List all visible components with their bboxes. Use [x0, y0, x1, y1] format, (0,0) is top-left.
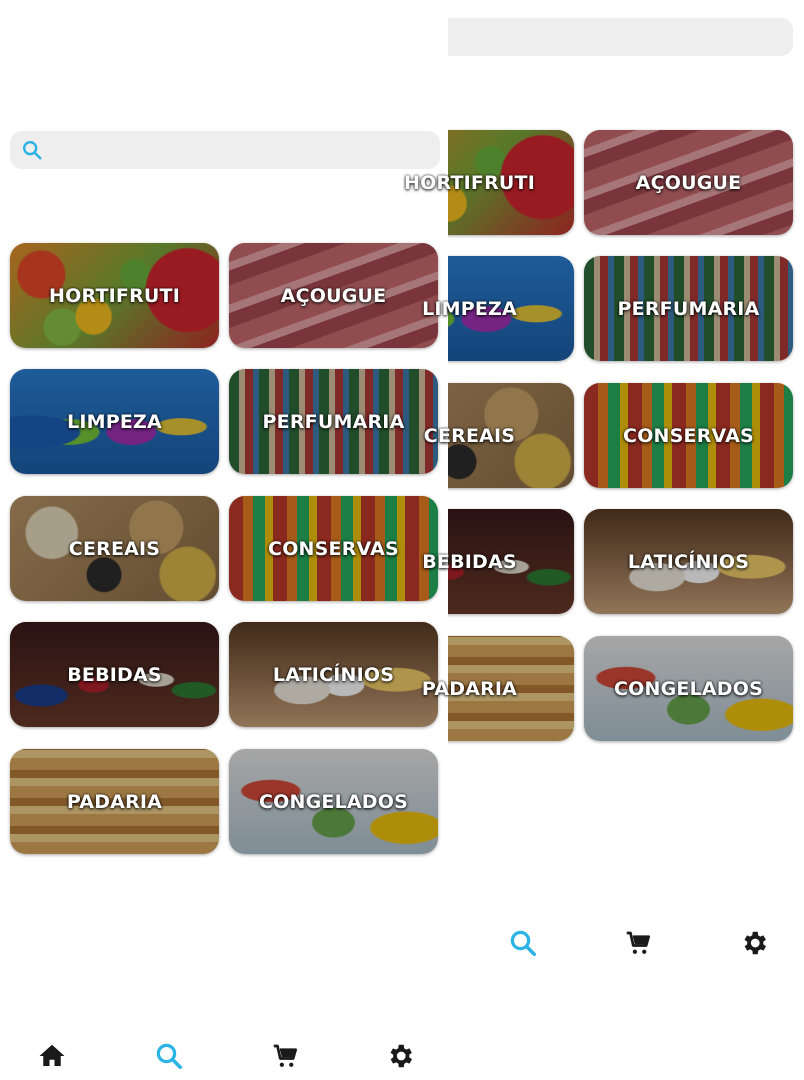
gear-icon [390, 1044, 412, 1068]
category-label: PERFUMARIA [262, 410, 405, 433]
category-label: CONGELADOS [259, 790, 408, 813]
gear-icon [744, 931, 766, 955]
category-tile-perfumaria[interactable]: PERFUMARIA [229, 369, 438, 474]
category-tile-bebidas[interactable]: BEBIDAS [10, 622, 219, 727]
category-tile-congelados[interactable]: CONGELADOS [229, 749, 438, 854]
nav-home-button[interactable] [36, 1040, 68, 1072]
category-label: CEREAIS [68, 537, 161, 560]
category-label: CONSERVAS [268, 537, 399, 560]
nav-cart-button[interactable] [622, 927, 654, 959]
home-icon [39, 1044, 65, 1066]
category-tile-laticinios[interactable]: LATICÍNIOS [584, 509, 793, 614]
search-bar[interactable] [10, 131, 440, 169]
category-tile-acougue[interactable]: AÇOUGUE [584, 130, 793, 235]
category-label: PADARIA [421, 677, 518, 700]
category-label: HORTIFRUTI [404, 171, 535, 194]
category-label: BEBIDAS [67, 663, 162, 686]
search-icon [156, 1043, 182, 1069]
category-tile-cereais[interactable]: CEREAIS [10, 496, 219, 601]
category-label: CONSERVAS [623, 424, 754, 447]
search-icon [510, 930, 536, 956]
category-label: LATICÍNIOS [627, 550, 750, 573]
category-label: LATICÍNIOS [272, 663, 395, 686]
category-label: CEREAIS [423, 424, 516, 447]
category-tile-hortifruti[interactable]: HORTIFRUTI [10, 243, 219, 348]
category-tile-acougue[interactable]: AÇOUGUE [229, 243, 438, 348]
search-input[interactable] [52, 131, 440, 169]
category-label: LIMPEZA [422, 297, 517, 320]
nav-search-button[interactable] [507, 927, 539, 959]
nav-cart-button[interactable] [269, 1040, 301, 1072]
category-label: CONGELADOS [614, 677, 763, 700]
category-tile-limpeza[interactable]: LIMPEZA [10, 369, 219, 474]
nav-settings-button[interactable] [384, 1040, 416, 1072]
current-screen-layer: HORTIFRUTI AÇOUGUE LIMPEZA PERFUMARIA CE… [0, 0, 448, 1080]
category-tile-perfumaria[interactable]: PERFUMARIA [584, 256, 793, 361]
category-label: AÇOUGUE [635, 171, 742, 194]
cart-icon [273, 1044, 297, 1067]
category-label: LIMPEZA [67, 410, 162, 433]
category-label: HORTIFRUTI [49, 284, 180, 307]
category-tile-padaria[interactable]: PADARIA [10, 749, 219, 854]
category-tile-congelados[interactable]: CONGELADOS [584, 636, 793, 741]
category-label: PADARIA [66, 790, 163, 813]
category-label: BEBIDAS [422, 550, 517, 573]
nav-settings-button[interactable] [738, 927, 770, 959]
search-input[interactable] [407, 18, 793, 56]
category-tile-conservas[interactable]: CONSERVAS [229, 496, 438, 601]
category-tile-conservas[interactable]: CONSERVAS [584, 383, 793, 488]
cart-icon [626, 931, 650, 954]
search-icon [20, 138, 44, 162]
category-label: PERFUMARIA [617, 297, 760, 320]
category-label: AÇOUGUE [280, 284, 387, 307]
category-tile-laticinios[interactable]: LATICÍNIOS [229, 622, 438, 727]
nav-search-button[interactable] [153, 1040, 185, 1072]
